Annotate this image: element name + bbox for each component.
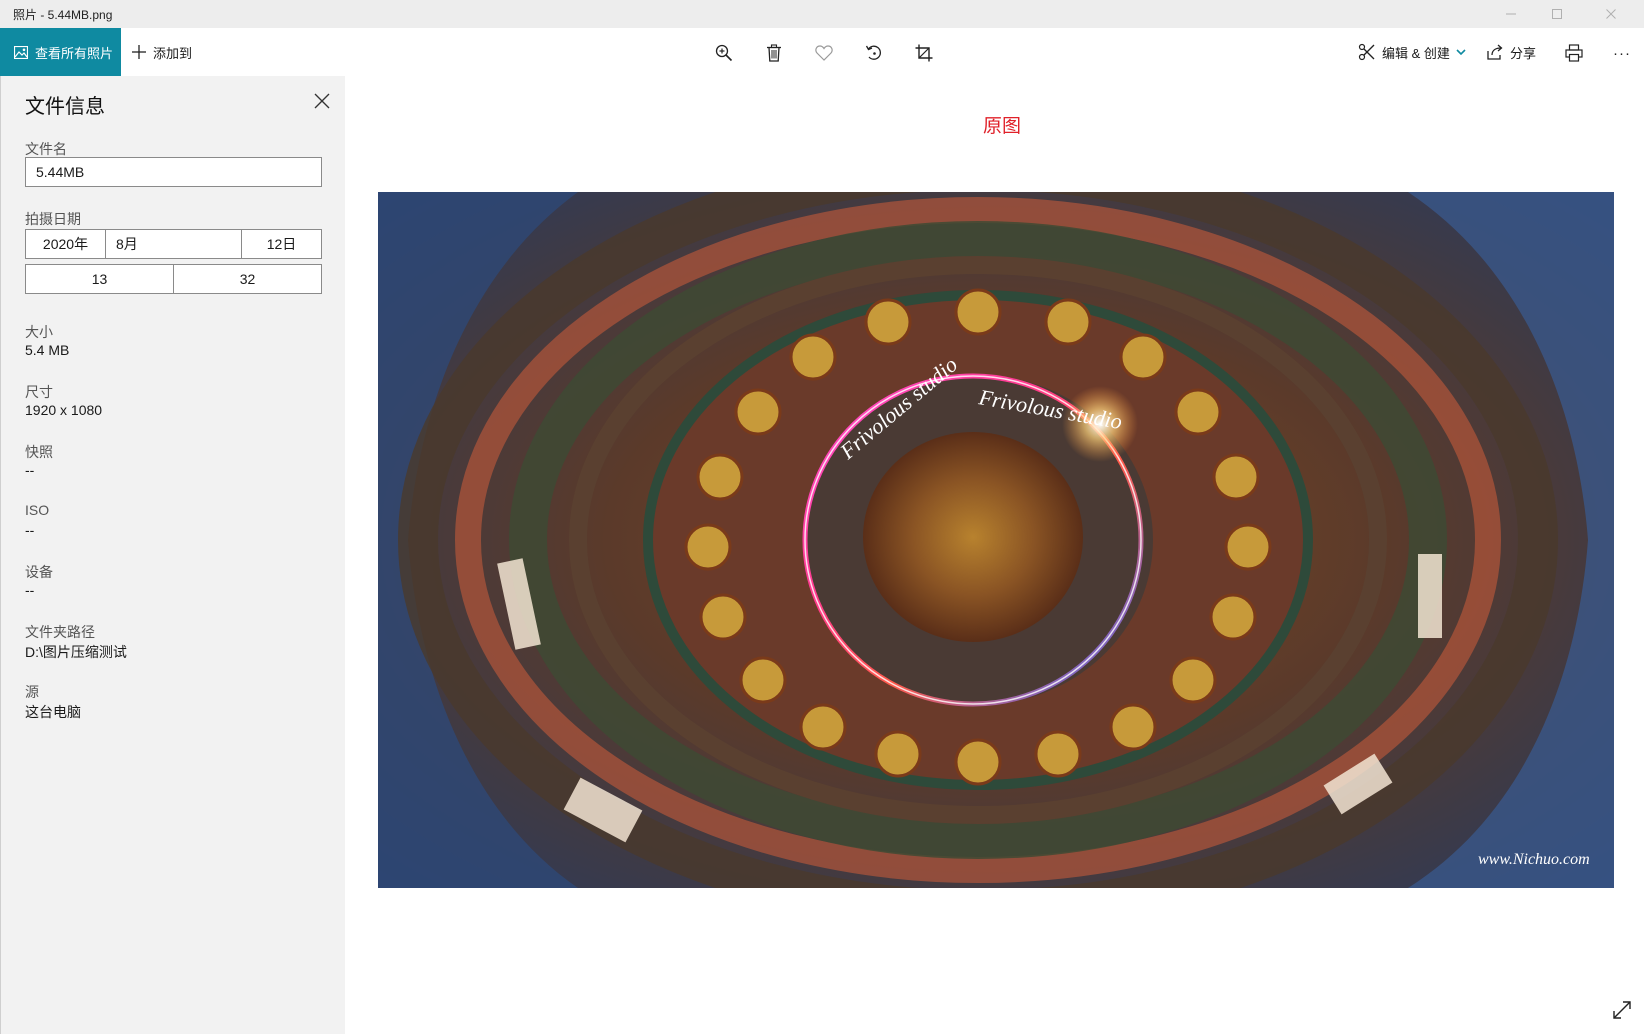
close-window-icon xyxy=(1606,9,1616,19)
print-button[interactable] xyxy=(1561,40,1587,66)
date-day[interactable]: 12日 xyxy=(242,230,321,258)
edit-create-label: 编辑 & 创建 xyxy=(1382,45,1450,61)
view-all-label: 查看所有照片 xyxy=(35,45,114,61)
iso-label: ISO xyxy=(25,502,50,518)
edit-create-icon xyxy=(1358,43,1375,61)
device-value: -- xyxy=(25,582,35,598)
delete-button[interactable] xyxy=(761,40,787,66)
time-minute-value: 32 xyxy=(239,271,256,287)
print-icon xyxy=(1565,44,1583,62)
add-to-button[interactable]: 添加到 xyxy=(131,28,192,76)
filename-label: 文件名 xyxy=(25,141,67,157)
date-month[interactable]: 8月 xyxy=(106,230,242,258)
date-taken-label: 拍摄日期 xyxy=(25,211,81,227)
dome-ceiling-photo: Frivolous studio Frivolous studio www.Ni… xyxy=(378,192,1614,888)
folder-path-label: 文件夹路径 xyxy=(25,624,95,640)
zoom-in-icon xyxy=(715,44,733,62)
date-month-value: 8月 xyxy=(116,236,138,252)
time-hour[interactable]: 13 xyxy=(26,265,174,293)
crop-icon xyxy=(915,44,933,62)
photo-canvas[interactable]: Frivolous studio Frivolous studio www.Ni… xyxy=(378,192,1614,888)
more-button[interactable]: ··· xyxy=(1609,40,1635,66)
zoom-button[interactable] xyxy=(711,40,737,66)
device-label: 设备 xyxy=(25,564,53,580)
share-label: 分享 xyxy=(1510,45,1537,61)
panel-close-button[interactable] xyxy=(309,88,335,114)
close-window-button[interactable] xyxy=(1588,0,1634,28)
folder-path-value: D:\图片压缩测试 xyxy=(25,644,127,660)
corner-watermark: www.Nichuo.com xyxy=(1478,851,1590,868)
share-button[interactable]: 分享 xyxy=(1487,28,1536,76)
date-year-value: 2020年 xyxy=(42,236,89,252)
title-bar: 照片 - 5.44MB.png xyxy=(0,0,1644,29)
expand-icon xyxy=(1613,1001,1631,1019)
dimensions-label: 尺寸 xyxy=(25,384,53,400)
time-hour-value: 13 xyxy=(91,271,108,287)
maximize-icon xyxy=(1552,9,1562,19)
view-all-photos-button[interactable]: 查看所有照片 xyxy=(0,28,121,76)
delete-icon xyxy=(767,44,781,62)
plus-icon xyxy=(132,45,146,59)
time-minute[interactable]: 32 xyxy=(174,265,321,293)
window-title: 照片 - 5.44MB.png xyxy=(13,8,113,22)
photos-icon xyxy=(14,45,28,59)
iso-value: -- xyxy=(25,522,35,538)
dimensions-value: 1920 x 1080 xyxy=(25,402,103,418)
source-value: 这台电脑 xyxy=(25,704,81,720)
favorite-button[interactable] xyxy=(811,40,837,66)
size-label: 大小 xyxy=(25,324,53,340)
filename-input[interactable]: 5.44MB xyxy=(25,157,322,187)
minimize-button[interactable] xyxy=(1488,0,1534,28)
crop-button[interactable] xyxy=(911,40,937,66)
filename-value: 5.44MB xyxy=(36,164,85,180)
date-day-value: 12日 xyxy=(266,236,297,252)
add-to-label: 添加到 xyxy=(153,45,193,61)
time-picker[interactable]: 13 32 xyxy=(25,264,322,294)
snapshot-label: 快照 xyxy=(25,444,53,460)
edit-create-button[interactable]: 编辑 & 创建 xyxy=(1358,28,1466,76)
maximize-button[interactable] xyxy=(1534,0,1580,28)
date-year[interactable]: 2020年 xyxy=(26,230,106,258)
rotate-button[interactable] xyxy=(861,40,887,66)
minimize-icon xyxy=(1506,13,1516,15)
heart-icon xyxy=(815,45,833,61)
share-icon xyxy=(1487,44,1503,60)
close-icon xyxy=(314,93,330,109)
toolbar: 查看所有照片 添加到 编辑 & 创建 分享 ··· xyxy=(0,28,1644,76)
size-value: 5.4 MB xyxy=(25,342,70,358)
date-picker[interactable]: 2020年 8月 12日 xyxy=(25,229,322,259)
source-label: 源 xyxy=(25,684,39,700)
panel-title: 文件信息 xyxy=(25,96,105,118)
snapshot-value: -- xyxy=(25,462,35,478)
chevron-down-icon xyxy=(1456,49,1466,56)
file-info-panel: 文件信息 文件名 5.44MB 拍摄日期 2020年 8月 12日 13 32 … xyxy=(0,76,345,1034)
rotate-icon xyxy=(865,45,881,60)
image-caption: 原图 xyxy=(983,116,1022,137)
expand-button[interactable] xyxy=(1610,998,1634,1022)
more-icon: ··· xyxy=(1613,44,1631,62)
